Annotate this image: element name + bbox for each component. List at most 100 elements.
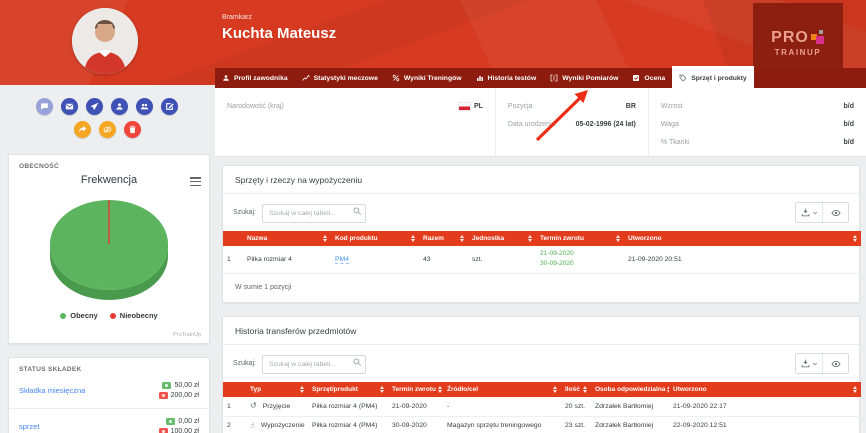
player-photo	[72, 8, 138, 74]
tab-historia-testow[interactable]: Historia testów	[469, 68, 544, 88]
comments-button[interactable]	[36, 98, 53, 115]
return-date-1: 21-09-2020	[540, 249, 620, 259]
weight-value: b/d	[843, 121, 854, 128]
col-zrodlo-cel[interactable]: Źródło/cel	[443, 382, 561, 397]
export-button[interactable]	[796, 203, 822, 222]
fee-paid: 0,00 zł	[166, 418, 199, 425]
nationality-label: Narodowość (kraj)	[227, 103, 284, 110]
fee-due: 100,00 zł	[159, 428, 199, 433]
tab-statystyki-meczowe[interactable]: Statystyki meczowe	[295, 68, 385, 88]
search-input[interactable]	[262, 204, 366, 223]
section-title: Sprzęty i rzeczy na wypożyczeniu	[223, 166, 859, 194]
player-name: Kuchta Mateusz	[222, 25, 336, 42]
col-osoba-odpowiedzialna[interactable]: Osoba odpowiedzialna	[591, 382, 669, 397]
transfer-history-section: Historia transferów przedmiotów Szukaj:	[222, 316, 860, 433]
export-button[interactable]	[796, 354, 822, 373]
tab-profil-zawodnika[interactable]: Profil zawodnika	[215, 68, 295, 88]
fee-paid: 50,00 zł	[162, 382, 199, 389]
visibility-button[interactable]	[822, 203, 848, 222]
attendance-pie-chart	[9, 186, 209, 304]
col-typ[interactable]: Typ	[246, 382, 308, 397]
edit-icon	[165, 102, 174, 111]
product-code-link[interactable]: PM4	[335, 256, 349, 264]
fee-link-sprzet[interactable]: sprzet	[19, 422, 39, 431]
legend-item-obecny[interactable]: Obecny	[60, 311, 98, 320]
sort-icon	[460, 235, 464, 242]
tissue-value: b/d	[843, 139, 854, 146]
return-date-2: 30-09-2020	[540, 259, 620, 269]
search-label: Szukaj:	[233, 209, 256, 216]
tab-label: Sprzęt i produkty	[691, 75, 747, 82]
eye-icon	[831, 208, 841, 218]
logo-text-trainup: TRAINUP	[775, 48, 822, 57]
col-utworzono[interactable]: Utworzono	[624, 231, 861, 246]
sort-icon	[528, 235, 532, 242]
tissue-label: % Tkanki	[661, 139, 690, 146]
tab-sprzet-i-produkty[interactable]: Sprzęt i produkty	[672, 66, 754, 88]
attendance-card-label: OBECNOŚĆ	[9, 155, 209, 170]
col-termin-zwrotu[interactable]: Termin zwrotu	[388, 382, 443, 397]
transfer-button[interactable]	[74, 121, 91, 138]
cell-termin: 30-09-2020	[388, 416, 443, 433]
col-ilosc[interactable]: Ilość	[561, 382, 591, 397]
tab-wyniki-treningow[interactable]: Wyniki Treningów	[385, 68, 469, 88]
nationality-value: PL	[459, 103, 483, 110]
edit-button[interactable]	[161, 98, 178, 115]
chat-icon	[40, 102, 49, 111]
trash-icon	[128, 125, 137, 134]
bar-chart-icon	[476, 74, 484, 82]
profile-tabbar: Profil zawodnika Statystyki meczowe Wyni…	[215, 68, 866, 88]
weight-label: Waga	[661, 121, 679, 128]
tab-wyniki-pomiarow[interactable]: Wyniki Pomiarów	[543, 68, 625, 88]
visibility-button[interactable]	[822, 354, 848, 373]
table-summary: W sumie 1 pozycji	[223, 274, 859, 301]
send-button[interactable]	[86, 98, 103, 115]
eye-icon	[831, 359, 841, 369]
legend-label: Obecny	[70, 311, 98, 320]
eye-slash-icon	[103, 125, 112, 134]
tab-label: Wyniki Pomiarów	[562, 75, 618, 82]
receive-icon: ↺	[250, 402, 257, 410]
table-toolbar: Szukaj:	[223, 194, 859, 231]
cell-jednostka: szt.	[468, 246, 536, 273]
cell-osoba: Zdrzałek Bartłomiej	[591, 416, 669, 433]
legend-item-nieobecny[interactable]: Nieobecny	[110, 311, 158, 320]
fee-link-skladka-miesieczna[interactable]: Składka miesięczna	[19, 386, 85, 395]
player-card-button[interactable]	[111, 98, 128, 115]
fee-item: sprzet 0,00 zł 100,00 zł	[9, 408, 209, 433]
birthdate-value: 05-02-1996 (24 lat)	[576, 121, 636, 128]
search-label: Szukaj:	[233, 360, 256, 367]
search-input[interactable]	[262, 355, 366, 374]
money-paid-icon	[166, 418, 175, 425]
sort-icon	[323, 235, 327, 242]
row-index: 2	[223, 416, 246, 433]
col-termin-zwrotu[interactable]: Termin zwrotu	[536, 231, 624, 246]
cell-zrodlo: -	[443, 397, 561, 416]
col-jednostka[interactable]: Jednostka	[468, 231, 536, 246]
chart-menu-icon[interactable]	[190, 177, 201, 186]
cell-utworzono: 21-09-2020 22:17	[669, 397, 861, 416]
message-button[interactable]	[61, 98, 78, 115]
sort-icon	[583, 386, 587, 393]
transfer-history-table: Typ Sprzęt/produkt Termin zwrotu Źródło/…	[223, 382, 861, 433]
col-nazwa[interactable]: Nazwa	[243, 231, 331, 246]
person-icon	[222, 74, 230, 82]
equipment-loan-section: Sprzęty i rzeczy na wypożyczeniu Szukaj:	[222, 165, 860, 303]
row-index: 1	[223, 246, 243, 273]
col-sprzet-produkt[interactable]: Sprzęt/produkt	[308, 382, 388, 397]
fee-due: 200,00 zł	[159, 392, 199, 399]
deactivate-button[interactable]	[99, 121, 116, 138]
delete-button[interactable]	[124, 121, 141, 138]
table-toolbar: Szukaj:	[223, 345, 859, 382]
share-arrow-icon	[78, 125, 87, 134]
col-kod-produktu[interactable]: Kod produktu	[331, 231, 419, 246]
tab-ocena[interactable]: Ocena	[625, 68, 672, 88]
col-razem[interactable]: Razem	[419, 231, 468, 246]
cell-utworzono: 21-09-2020 20:51	[624, 246, 861, 273]
cell-ilosc: 20 szt.	[561, 397, 591, 416]
download-icon	[801, 359, 810, 368]
cell-termin-zwrotu: 21-09-2020 30-09-2020	[536, 246, 624, 273]
attendance-card: OBECNOŚĆ Frekwencja Obecny Nieobecny Pro…	[8, 154, 210, 344]
group-button[interactable]	[136, 98, 153, 115]
col-utworzono[interactable]: Utworzono	[669, 382, 861, 397]
